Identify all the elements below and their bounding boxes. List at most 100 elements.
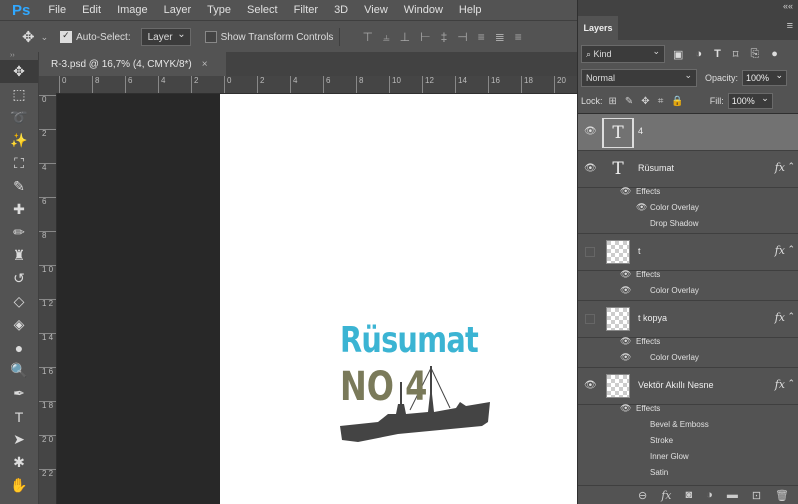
fill-field[interactable]: 100% [727,93,773,109]
layer-row[interactable]: 👁 T 4 [578,114,798,151]
filter-toggle-icon[interactable]: ● [771,48,778,61]
visibility-eye-icon[interactable]: 👁 [584,163,597,174]
checkbox-checked-icon[interactable] [60,30,73,43]
visibility-eye-icon[interactable]: 👁 [584,126,597,137]
menu-filter[interactable]: Filter [286,4,326,16]
layer-name[interactable]: t kopya [638,313,667,323]
effect-item[interactable]: Stroke [578,433,798,449]
paint-bucket-tool[interactable]: ◈ [0,313,38,336]
effect-item[interactable]: Drop Shadow [578,216,798,234]
menu-image[interactable]: Image [109,4,156,16]
close-icon[interactable]: × [202,59,208,70]
trash-icon[interactable]: 🗑 [775,489,789,502]
folder-icon[interactable]: ▬ [727,489,738,501]
auto-select-dropdown[interactable]: Layer [140,28,191,46]
canvas-area[interactable]: Rüsumat NO 4 [57,94,577,504]
transform-controls-checkbox[interactable]: Show Transform Controls [204,31,333,43]
horizontal-ruler[interactable]: 0 8 6 4 2 0 2 4 6 8 10 12 14 16 18 20 [57,76,577,94]
blur-tool[interactable]: ● [0,336,38,359]
crop-tool[interactable]: ⛶ [0,152,38,175]
effects-header[interactable]: 👁 Effects [578,267,798,283]
lasso-tool[interactable]: ➰ [0,106,38,129]
chevron-down-icon[interactable]: ⌄ [41,32,49,43]
layer-name[interactable]: t [638,246,641,256]
lock-all-icon[interactable]: 🔒 [671,96,683,107]
menu-help[interactable]: Help [451,4,490,16]
chevron-up-icon[interactable]: ⌃ [787,378,795,389]
layer-name[interactable]: 4 [638,126,643,136]
checkbox-icon[interactable] [204,31,217,43]
lock-image-icon[interactable]: ✎ [625,96,633,107]
menu-view[interactable]: View [356,4,396,16]
marquee-tool[interactable]: ⬚ [0,83,38,106]
visibility-eye-icon[interactable]: 👁 [620,269,631,280]
dodge-tool[interactable]: 🔍 [0,359,38,382]
add-style-icon[interactable]: fx [661,489,671,502]
distribute-bottom-icon[interactable]: ≡ [515,30,522,45]
layer-row[interactable]: t fx ⌃ [578,234,798,271]
effect-item[interactable]: 👁 Color Overlay [578,350,798,368]
menu-layer[interactable]: Layer [156,4,200,16]
add-mask-icon[interactable]: ◙ [686,489,693,501]
menu-file[interactable]: File [40,4,74,16]
move-tool-icon[interactable]: ✥ [22,28,35,46]
eyedropper-tool[interactable]: ✎ [0,175,38,198]
effect-item[interactable]: Satin [578,465,798,481]
visibility-empty-icon[interactable] [585,314,595,324]
layer-name[interactable]: Vektör Akıllı Nesne [638,380,714,390]
lock-transparent-icon[interactable]: ⊞ [609,96,617,107]
visibility-eye-icon[interactable]: 👁 [584,380,597,391]
effect-item[interactable]: Inner Glow [578,449,798,465]
distribute-top-icon[interactable]: ≡ [478,30,485,45]
visibility-empty-icon[interactable] [585,247,595,257]
align-top-icon[interactable]: ⊤ [362,30,372,45]
effect-item[interactable]: 👁 Color Overlay [578,200,798,216]
auto-select-checkbox[interactable]: Auto-Select: [60,30,131,43]
visibility-eye-icon[interactable]: 👁 [620,285,631,296]
visibility-eye-icon[interactable]: 👁 [636,202,647,213]
menu-3d[interactable]: 3D [326,4,356,16]
chevron-up-icon[interactable]: ⌃ [787,311,795,322]
filter-type-icon[interactable]: T [714,48,721,61]
tab-layers[interactable]: Layers [578,16,618,40]
pen-tool[interactable]: ✒ [0,382,38,405]
chevron-up-icon[interactable]: ⌃ [787,161,795,172]
brush-tool[interactable]: ✏ [0,221,38,244]
filter-kind-dropdown[interactable]: ⌕ Kind [581,45,665,63]
fx-icon[interactable]: fx [775,161,785,174]
hand-tool[interactable]: ✋ [0,474,38,497]
effects-header[interactable]: 👁 Effects [578,401,798,417]
filter-shape-icon[interactable]: ⌑ [733,48,739,61]
menu-select[interactable]: Select [239,4,286,16]
eraser-tool[interactable]: ◇ [0,290,38,313]
filter-adjustment-icon[interactable]: ◑ [695,48,702,61]
visibility-eye-icon[interactable]: 👁 [620,186,631,197]
effect-item[interactable]: Bevel & Emboss [578,417,798,433]
opacity-field[interactable]: 100% [742,70,788,86]
type-tool[interactable]: T [0,405,38,428]
align-hcenter-icon[interactable]: ‡ [441,30,448,45]
document-canvas[interactable]: Rüsumat NO 4 [220,94,577,504]
effects-header[interactable]: 👁 Effects [578,184,798,200]
collapse-panel-icon[interactable]: «« [783,1,793,11]
layer-row[interactable]: 👁 T Rüsumat fx ⌃ [578,151,798,188]
adjustment-icon[interactable]: ◑ [706,489,713,501]
align-left-icon[interactable]: ⊢ [420,30,430,45]
blend-mode-dropdown[interactable]: Normal [581,69,697,87]
lock-artboard-icon[interactable]: ⌗ [658,96,664,107]
visibility-eye-icon[interactable]: 👁 [620,403,631,414]
effects-header[interactable]: 👁 Effects [578,334,798,350]
layer-name[interactable]: Rüsumat [638,163,674,173]
healing-brush-tool[interactable]: ✚ [0,198,38,221]
fx-icon[interactable]: fx [775,378,785,391]
chevron-up-icon[interactable]: ⌃ [787,244,795,255]
fx-icon[interactable]: fx [775,244,785,257]
collapse-icon[interactable]: ›› [0,52,38,60]
panel-menu-icon[interactable]: ≡ [787,20,793,32]
menu-edit[interactable]: Edit [74,4,109,16]
filter-smart-object-icon[interactable]: ⎘ [750,48,759,61]
visibility-eye-icon[interactable]: 👁 [620,336,631,347]
history-brush-tool[interactable]: ↺ [0,267,38,290]
lock-position-icon[interactable]: ✥ [641,96,649,107]
align-vcenter-icon[interactable]: ⫨ [383,30,390,45]
